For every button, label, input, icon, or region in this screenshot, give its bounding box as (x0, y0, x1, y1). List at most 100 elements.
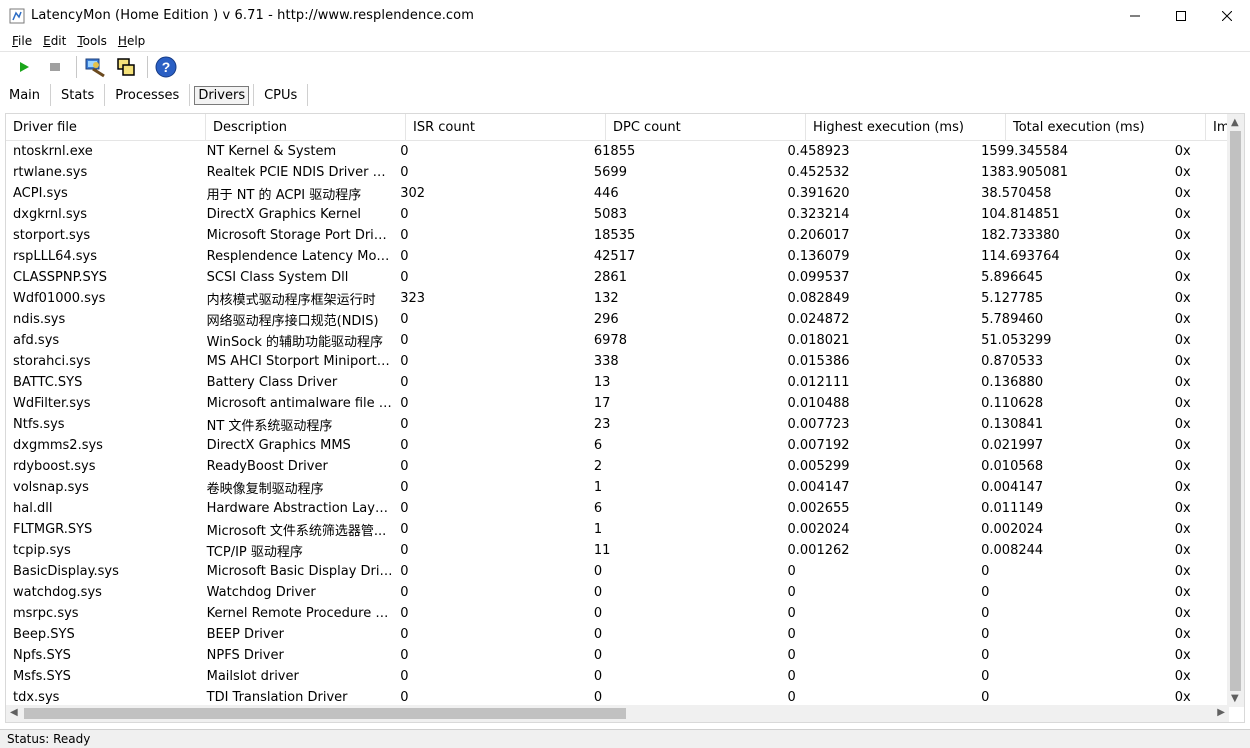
minimize-button[interactable] (1112, 0, 1158, 31)
table-row[interactable]: rtwlane.sys Realtek PCIE NDIS Driver 87..… (6, 162, 1226, 183)
table-row[interactable]: Wdf01000.sys 内核模式驱动程序框架运行时 323 132 0.082849 5… (6, 288, 1226, 309)
tab-main[interactable]: Main (0, 83, 50, 107)
menu-edit[interactable]: Edit (39, 34, 70, 48)
tab-processes[interactable]: Processes (105, 83, 189, 107)
total-execution-cell: 0.008244 (981, 543, 1044, 558)
description-cell: DirectX Graphics Kernel (206, 207, 361, 222)
isr-count-cell: 0 (400, 417, 409, 432)
description-cell: TDI Translation Driver (206, 690, 348, 705)
table-row[interactable]: hal.dll Hardware Abstraction Layer ... 0 6 0… (6, 498, 1226, 519)
driver-file-cell: tcpip.sys (13, 543, 71, 558)
table-row[interactable]: Ntfs.sys NT 文件系统驱动程序 0 23 0.007723 0.130841 0x (6, 414, 1226, 435)
tab-stats[interactable]: Stats (51, 83, 104, 107)
table-row[interactable]: dxgmms2.sys DirectX Graphics MMS 0 6 0.00719… (6, 435, 1226, 456)
menu-tools[interactable]: Tools (73, 34, 111, 48)
driver-file-cell: storport.sys (13, 228, 91, 243)
dpc-count-cell: 0 (593, 585, 603, 600)
table-row[interactable]: tcpip.sys TCP/IP 驱动程序 0 11 0.001262 0.008244 0… (6, 540, 1226, 561)
table-row[interactable]: rspLLL64.sys Resplendence Latency Monit..… (6, 246, 1226, 267)
description-cell: 网络驱动程序接口规范(NDIS) (206, 314, 379, 329)
column-header-driver-file[interactable]: Driver file (6, 114, 206, 141)
column-header-isr-count[interactable]: ISR count (406, 114, 606, 141)
total-execution-cell: 114.693764 (981, 249, 1060, 264)
tab-label: Processes (115, 87, 180, 103)
total-execution-cell: 5.127785 (981, 291, 1044, 306)
image-base-cell: 0x (1174, 270, 1191, 285)
vertical-scroll-thumb[interactable] (1230, 131, 1241, 691)
driver-file-cell: dxgkrnl.sys (13, 207, 88, 222)
total-execution-cell: 5.896645 (981, 270, 1044, 285)
description-cell: DirectX Graphics MMS (206, 438, 351, 453)
table-row[interactable]: afd.sys WinSock 的辅助功能驱动程序 0 6978 0.018021 51.… (6, 330, 1226, 351)
scroll-right-icon[interactable]: ▶ (1217, 707, 1225, 718)
isr-count-cell: 0 (400, 396, 409, 411)
description-cell: Microsoft Storage Port Driver (206, 228, 394, 243)
highest-execution-cell: 0.007723 (787, 417, 850, 432)
highest-execution-cell: 0.024872 (787, 312, 850, 327)
table-row[interactable]: BATTC.SYS Battery Class Driver 0 13 0.012111… (6, 372, 1226, 393)
table-row[interactable]: Msfs.SYS Mailslot driver 0 0 0 0 0x (6, 666, 1226, 687)
image-base-cell: 0x (1174, 501, 1191, 516)
close-button[interactable] (1204, 0, 1250, 31)
horizontal-scroll-thumb[interactable] (24, 708, 626, 719)
table-row[interactable]: dxgkrnl.sys DirectX Graphics Kernel 0 5083 0… (6, 204, 1226, 225)
driver-file-cell: rdyboost.sys (13, 459, 96, 474)
highest-execution-cell: 0.001262 (787, 543, 850, 558)
table-row[interactable]: CLASSPNP.SYS SCSI Class System Dll 0 2861 0.… (6, 267, 1226, 288)
tab-cpus[interactable]: CPUs (254, 83, 307, 107)
column-header-highest-execution[interactable]: Highest execution (ms) (806, 114, 1006, 141)
stop-icon[interactable] (41, 54, 69, 80)
table-row[interactable]: BasicDisplay.sys Microsoft Basic Display … (6, 561, 1226, 582)
table-row[interactable]: volsnap.sys 卷映像复制驱动程序 0 1 0.004147 0.004147 0x (6, 477, 1226, 498)
table-row[interactable]: ntoskrnl.exe NT Kernel & System 0 61855 0.45… (6, 141, 1226, 162)
description-cell: 内核模式驱动程序框架运行时 (206, 293, 376, 308)
isr-count-cell: 0 (400, 543, 409, 558)
svg-text:?: ? (162, 59, 171, 75)
column-header-dpc-count[interactable]: DPC count (606, 114, 806, 141)
table-row[interactable]: ACPI.sys 用于 NT 的 ACPI 驱动程序 302 446 0.391620 3… (6, 183, 1226, 204)
table-row[interactable]: storahci.sys MS AHCI Storport Miniport D.… (6, 351, 1226, 372)
play-icon[interactable] (10, 54, 38, 80)
highest-execution-cell: 0.004147 (787, 480, 850, 495)
tab-label: Stats (61, 87, 95, 103)
dpc-count-cell: 6978 (593, 333, 627, 348)
image-base-cell: 0x (1174, 354, 1191, 369)
computer-icon[interactable] (81, 54, 109, 80)
drivers-table: Driver file Description ISR count DPC co… (5, 113, 1245, 723)
windows-icon[interactable] (112, 54, 140, 80)
horizontal-scrollbar[interactable]: ◀ ▶ (6, 705, 1229, 722)
driver-file-cell: storahci.sys (13, 354, 91, 369)
maximize-button[interactable] (1158, 0, 1204, 31)
table-row[interactable]: WdFilter.sys Microsoft antimalware file s… (6, 393, 1226, 414)
vertical-scrollbar[interactable]: ▲ ▼ (1227, 114, 1244, 707)
tab-drivers[interactable]: Drivers (190, 83, 253, 107)
total-execution-cell: 182.733380 (981, 228, 1060, 243)
column-header-total-execution[interactable]: Total execution (ms) (1006, 114, 1206, 141)
table-header: Driver file Description ISR count DPC co… (6, 114, 1244, 141)
menu-file[interactable]: File (8, 34, 36, 48)
table-row[interactable]: watchdog.sys Watchdog Driver 0 0 0 0 0x (6, 582, 1226, 603)
table-row[interactable]: FLTMGR.SYS Microsoft 文件系统筛选器管... 0 1 0.00202… (6, 519, 1226, 540)
isr-count-cell: 0 (400, 333, 409, 348)
isr-count-cell: 0 (400, 438, 409, 453)
table-row[interactable]: rdyboost.sys ReadyBoost Driver 0 2 0.005299 0… (6, 456, 1226, 477)
table-row[interactable]: Beep.SYS BEEP Driver 0 0 0 0 0x (6, 624, 1226, 645)
help-icon[interactable]: ? (152, 54, 180, 80)
table-row[interactable]: ndis.sys 网络驱动程序接口规范(NDIS) 0 296 0.024872 5.78… (6, 309, 1226, 330)
isr-count-cell: 323 (400, 291, 426, 306)
scroll-down-icon[interactable]: ▼ (1231, 693, 1239, 704)
scroll-left-icon[interactable]: ◀ (10, 707, 18, 718)
table-row[interactable]: Npfs.SYS NPFS Driver 0 0 0 0 0x (6, 645, 1226, 666)
table-row[interactable]: storport.sys Microsoft Storage Port Drive… (6, 225, 1226, 246)
highest-execution-cell: 0.010488 (787, 396, 850, 411)
tab-label: Main (9, 87, 41, 103)
dpc-count-cell: 1 (593, 522, 603, 537)
column-header-description[interactable]: Description (206, 114, 406, 141)
table-row[interactable]: msrpc.sys Kernel Remote Procedure C... 0 0 0… (6, 603, 1226, 624)
menu-help[interactable]: Help (114, 34, 149, 48)
isr-count-cell: 0 (400, 585, 409, 600)
scroll-up-icon[interactable]: ▲ (1231, 117, 1239, 128)
description-cell: MS AHCI Storport Miniport D... (206, 354, 394, 369)
description-cell: NPFS Driver (206, 648, 284, 663)
image-base-cell: 0x (1174, 333, 1191, 348)
